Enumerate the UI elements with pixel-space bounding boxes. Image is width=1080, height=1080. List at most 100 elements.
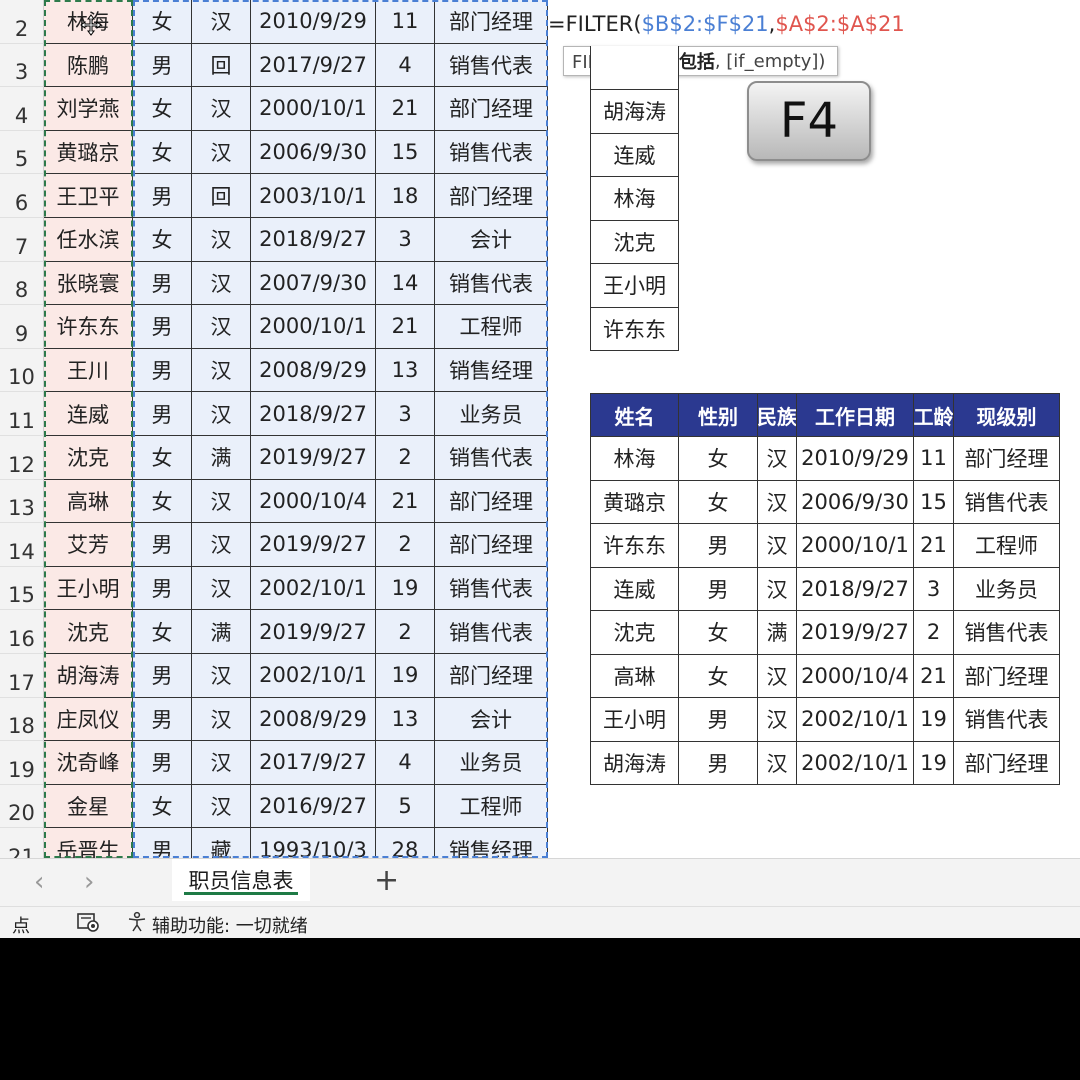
table-cell[interactable]: 工程师	[435, 784, 548, 829]
table-cell[interactable]: 11	[376, 0, 435, 44]
table-cell[interactable]: 2018/9/27	[251, 392, 376, 436]
row-header[interactable]: 13	[0, 479, 44, 524]
criteria-cell[interactable]: 胡海涛	[590, 90, 679, 134]
table-cell[interactable]: 女	[133, 0, 192, 44]
table-cell[interactable]: 汉	[192, 566, 251, 611]
result-cell[interactable]: 汉	[758, 480, 797, 524]
table-cell[interactable]: 2008/9/29	[251, 697, 376, 742]
table-cell[interactable]: 2006/9/30	[251, 130, 376, 175]
row-header[interactable]: 12	[0, 436, 44, 480]
row-header[interactable]: 20	[0, 784, 44, 829]
formula-entry[interactable]: =FILTER($B$2:$F$21, $A$2:$A$21	[548, 4, 905, 44]
table-cell[interactable]: 女	[133, 436, 192, 480]
table-cell[interactable]: 女	[133, 130, 192, 175]
table-cell[interactable]: 汉	[192, 305, 251, 349]
table-cell[interactable]: 部门经理	[435, 654, 548, 698]
table-cell[interactable]: 28	[376, 828, 435, 858]
table-cell[interactable]: 汉	[192, 218, 251, 262]
table-cell[interactable]: 21	[376, 87, 435, 131]
table-cell[interactable]: 男	[133, 654, 192, 698]
table-cell[interactable]: 男	[133, 174, 192, 218]
result-cell[interactable]: 2018/9/27	[797, 567, 914, 611]
table-cell[interactable]: 2010/9/29	[251, 0, 376, 44]
result-cell[interactable]: 王小明	[590, 698, 679, 742]
table-cell[interactable]: 2002/10/1	[251, 566, 376, 611]
table-cell[interactable]: 会计	[435, 218, 548, 262]
table-cell[interactable]: 13	[376, 348, 435, 393]
criteria-cell[interactable]: 许东东	[590, 307, 679, 351]
row-header[interactable]: 18	[0, 697, 44, 742]
result-cell[interactable]: 2000/10/4	[797, 654, 914, 698]
table-cell[interactable]: 2018/9/27	[251, 218, 376, 262]
accessibility-icon[interactable]	[126, 911, 148, 938]
table-cell[interactable]: 3	[376, 218, 435, 262]
table-cell[interactable]: 会计	[435, 697, 548, 742]
criteria-cell[interactable]	[590, 46, 679, 90]
result-cell[interactable]: 高琳	[590, 654, 679, 698]
table-cell[interactable]: 汉	[192, 130, 251, 175]
accessibility-status[interactable]: 辅助功能: 一切就绪	[152, 912, 308, 938]
table-cell[interactable]: 部门经理	[435, 479, 548, 524]
table-cell[interactable]: 男	[133, 43, 192, 88]
table-cell[interactable]: 19	[376, 654, 435, 698]
criteria-cell[interactable]: 连威	[590, 133, 679, 177]
result-cell[interactable]: 汉	[758, 437, 797, 481]
table-cell[interactable]: 王川	[44, 348, 133, 393]
result-cell[interactable]: 2010/9/29	[797, 437, 914, 481]
row-header[interactable]: 17	[0, 654, 44, 698]
table-cell[interactable]: 高琳	[44, 479, 133, 524]
table-cell[interactable]: 销售代表	[435, 610, 548, 654]
row-header[interactable]: 8	[0, 261, 44, 306]
result-cell[interactable]: 汉	[758, 741, 797, 785]
row-header[interactable]: 6	[0, 174, 44, 218]
result-cell[interactable]: 19	[914, 741, 954, 785]
table-cell[interactable]: 藏	[192, 828, 251, 858]
row-header[interactable]: 5	[0, 130, 44, 175]
table-cell[interactable]: 金星	[44, 784, 133, 829]
table-cell[interactable]: 2017/9/27	[251, 43, 376, 88]
result-cell[interactable]: 销售代表	[954, 698, 1060, 742]
result-cell[interactable]: 男	[679, 698, 758, 742]
prev-sheet-button[interactable]: ‹	[34, 867, 44, 897]
table-cell[interactable]: 业务员	[435, 392, 548, 436]
table-cell[interactable]: 男	[133, 348, 192, 393]
result-cell[interactable]: 汉	[758, 698, 797, 742]
result-cell[interactable]: 许东东	[590, 524, 679, 568]
result-cell[interactable]: 部门经理	[954, 437, 1060, 481]
table-cell[interactable]: 汉	[192, 479, 251, 524]
table-cell[interactable]: 2	[376, 436, 435, 480]
sheet-tab-active[interactable]: 职员信息表	[172, 859, 310, 901]
table-cell[interactable]: 5	[376, 784, 435, 829]
table-cell[interactable]: 2	[376, 610, 435, 654]
table-cell[interactable]: 2019/9/27	[251, 523, 376, 567]
result-cell[interactable]: 2002/10/1	[797, 741, 914, 785]
result-cell[interactable]: 2019/9/27	[797, 611, 914, 655]
table-cell[interactable]: 汉	[192, 784, 251, 829]
result-header-cell[interactable]: 现级别	[954, 393, 1060, 437]
table-cell[interactable]: 男	[133, 741, 192, 785]
result-header-cell[interactable]: 民族	[758, 393, 797, 437]
table-cell[interactable]: 回	[192, 174, 251, 218]
table-cell[interactable]: 2019/9/27	[251, 436, 376, 480]
table-cell[interactable]: 黄璐京	[44, 130, 133, 175]
result-cell[interactable]: 2	[914, 611, 954, 655]
result-cell[interactable]: 销售代表	[954, 611, 1060, 655]
table-cell[interactable]: 王小明	[44, 566, 133, 611]
result-cell[interactable]: 女	[679, 611, 758, 655]
result-cell[interactable]: 女	[679, 480, 758, 524]
result-cell[interactable]: 21	[914, 524, 954, 568]
table-cell[interactable]: 许东东	[44, 305, 133, 349]
table-cell[interactable]: 男	[133, 523, 192, 567]
result-header-cell[interactable]: 工作日期	[797, 393, 914, 437]
table-cell[interactable]: 汉	[192, 654, 251, 698]
table-cell[interactable]: 销售代表	[435, 43, 548, 88]
table-cell[interactable]: 2	[376, 523, 435, 567]
row-header[interactable]: 11	[0, 392, 44, 436]
table-cell[interactable]: 21	[376, 305, 435, 349]
table-cell[interactable]: 销售经理	[435, 348, 548, 393]
result-cell[interactable]: 21	[914, 654, 954, 698]
table-cell[interactable]: 2000/10/1	[251, 87, 376, 131]
result-cell[interactable]: 19	[914, 698, 954, 742]
result-cell[interactable]: 2006/9/30	[797, 480, 914, 524]
table-cell[interactable]: 1993/10/3	[251, 828, 376, 858]
